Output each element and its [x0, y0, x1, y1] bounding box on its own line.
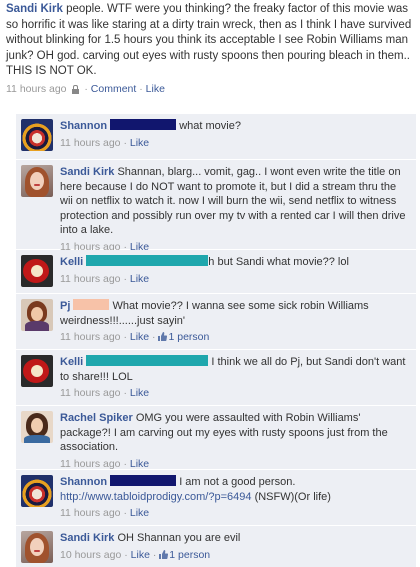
comment-author-link[interactable]: Kelli	[60, 356, 83, 368]
comment-link[interactable]: Comment	[91, 83, 137, 95]
redacted-surname	[86, 255, 209, 266]
comments-list: Shannon what movie? 11 hours ago · Like …	[16, 114, 416, 567]
comment-author-link[interactable]: Shannon	[60, 120, 107, 132]
status-post: Sandi Kirk people. WTF were you thinking…	[6, 2, 416, 96]
post-meta: 11 hours ago · Comment · Like	[6, 82, 165, 95]
avatar[interactable]	[21, 411, 53, 443]
comment-item: Kelli h but Sandi what movie?? lol 11 ho…	[16, 250, 416, 294]
comment-like-link[interactable]: Like	[130, 331, 149, 343]
avatar[interactable]	[21, 165, 53, 197]
avatar[interactable]	[21, 119, 53, 151]
comment-timestamp[interactable]: 11 hours ago	[60, 273, 121, 285]
comment-like-link[interactable]: Like	[130, 458, 149, 470]
likes-count-link[interactable]: 1 person	[168, 331, 209, 343]
comment-timestamp[interactable]: 10 hours ago	[60, 549, 121, 561]
comment-author-link[interactable]: Shannon	[60, 476, 107, 488]
comment-timestamp[interactable]: 11 hours ago	[60, 387, 121, 399]
post-text: Sandi Kirk people. WTF were you thinking…	[6, 2, 416, 80]
likes-count-link[interactable]: 1 person	[169, 549, 210, 561]
redacted-surname	[110, 119, 177, 130]
thumbs-up-icon	[158, 332, 168, 341]
avatar[interactable]	[21, 299, 53, 331]
comment-like-link[interactable]: Like	[130, 387, 149, 399]
avatar[interactable]	[21, 355, 53, 387]
comment-item: Rachel Spiker OMG you were assaulted wit…	[16, 406, 416, 470]
comment-item: Sandi Kirk Shannan, blarg... vomit, gag.…	[16, 160, 416, 253]
comment-like-link[interactable]: Like	[131, 549, 150, 561]
post-author-link[interactable]: Sandi Kirk	[6, 3, 63, 15]
avatar[interactable]	[21, 531, 53, 563]
like-link[interactable]: Like	[146, 83, 165, 95]
avatar[interactable]	[21, 255, 53, 287]
comment-text: what movie?	[179, 120, 241, 132]
redacted-surname	[110, 475, 177, 486]
comment-item: Shannon I am not a good person. http://w…	[16, 470, 416, 526]
comment-timestamp[interactable]: 11 hours ago	[60, 331, 121, 343]
comment-text: I am not a good person.	[179, 476, 296, 488]
lock-icon	[72, 84, 80, 94]
comment-timestamp[interactable]: 11 hours ago	[60, 137, 121, 149]
thumbs-up-icon	[159, 549, 169, 559]
comment-item: Kelli I think we all do Pj, but Sandi do…	[16, 350, 416, 406]
comment-item: Pj What movie?? I wanna see some sick ro…	[16, 294, 416, 350]
comment-text: h but Sandi what movie?? lol	[208, 256, 349, 268]
comment-text: OH Shannan you are evil	[117, 532, 241, 544]
comment-item: Sandi Kirk OH Shannan you are evil 10 ho…	[16, 526, 416, 567]
link-note: (NSFW)(Or life)	[254, 490, 331, 503]
comment-item: Shannon what movie? 11 hours ago · Like	[16, 114, 416, 160]
comment-author-link[interactable]: Pj	[60, 300, 70, 312]
comment-timestamp[interactable]: 11 hours ago	[60, 458, 121, 470]
comment-author-link[interactable]: Rachel Spiker	[60, 412, 133, 424]
comment-like-link[interactable]: Like	[130, 273, 149, 285]
redacted-surname	[73, 299, 110, 310]
comment-timestamp[interactable]: 11 hours ago	[60, 507, 121, 519]
avatar[interactable]	[21, 475, 53, 507]
post-timestamp[interactable]: 11 hours ago	[6, 83, 67, 95]
comment-author-link[interactable]: Sandi Kirk	[60, 166, 114, 178]
comment-author-link[interactable]: Sandi Kirk	[60, 532, 114, 544]
comment-like-link[interactable]: Like	[130, 137, 149, 149]
comment-like-link[interactable]: Like	[130, 507, 149, 519]
post-body: people. WTF were you thinking? the freak…	[6, 3, 412, 77]
external-link[interactable]: http://www.tabloidprodigy.com/?p=6494	[60, 491, 252, 503]
redacted-surname	[86, 355, 209, 366]
comment-author-link[interactable]: Kelli	[60, 256, 83, 268]
